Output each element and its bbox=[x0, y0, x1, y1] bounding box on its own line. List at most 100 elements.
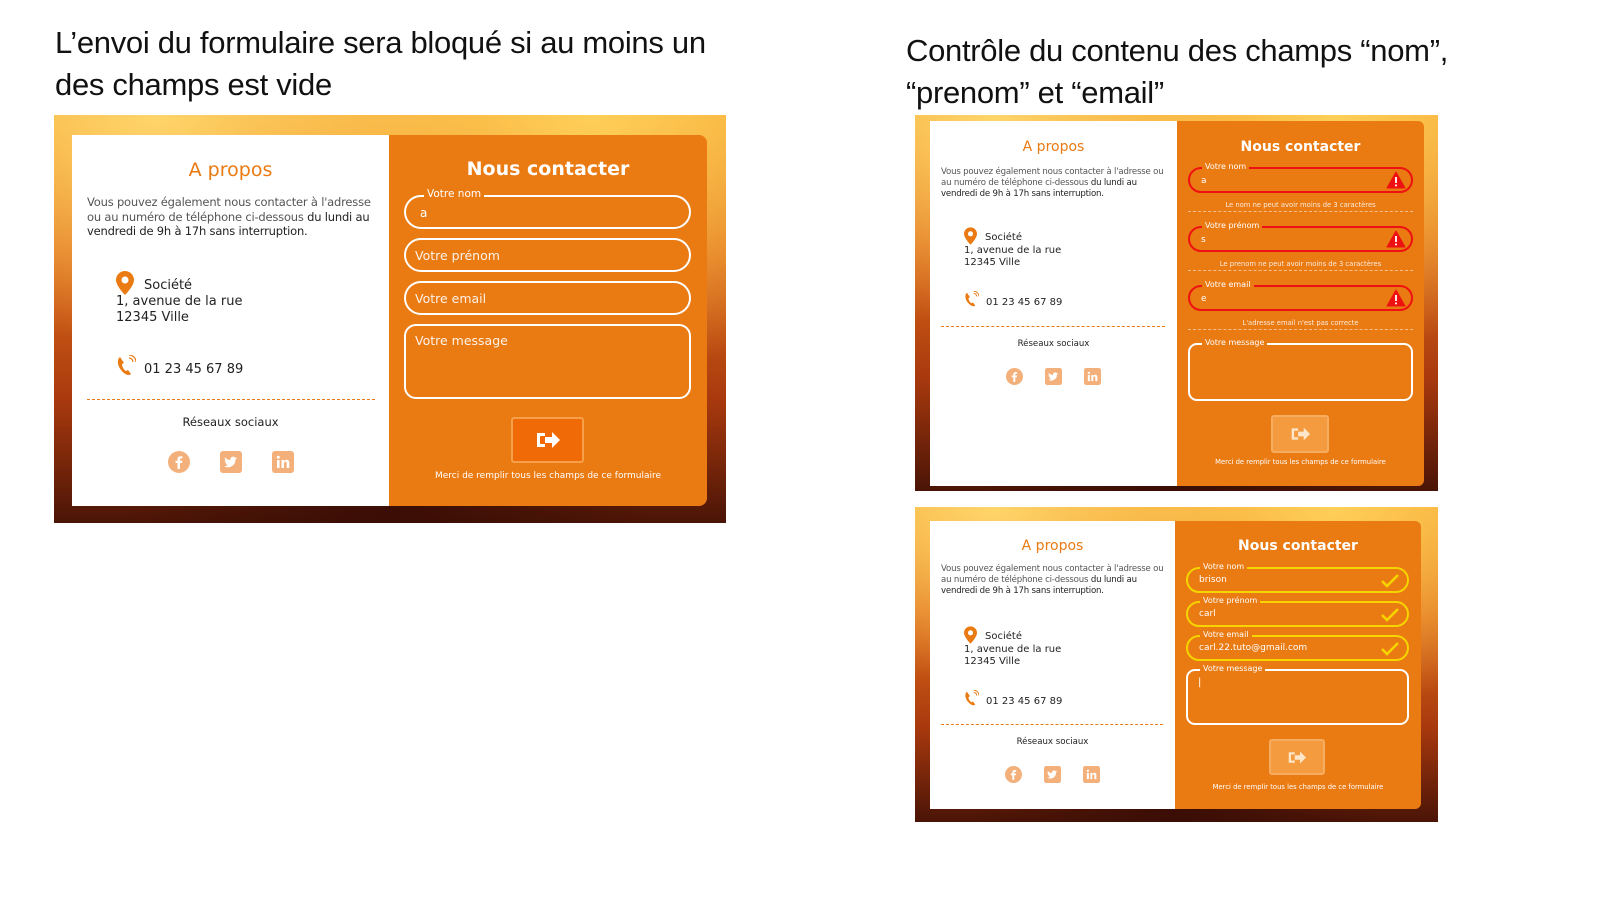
message-placeholder: Votre message bbox=[415, 333, 508, 348]
about-description: Vous pouvez également nous contacter à l… bbox=[930, 554, 1175, 597]
firstname-field[interactable]: Votre prénom carl bbox=[1186, 596, 1409, 627]
check-icon bbox=[1381, 574, 1399, 588]
firstname-value: carl bbox=[1199, 609, 1216, 619]
contact-title: Nous contacter bbox=[1238, 538, 1358, 554]
firstname-legend: Votre prénom bbox=[1202, 221, 1263, 230]
linkedin-icon[interactable] bbox=[271, 451, 294, 478]
email-legend: Votre email bbox=[1202, 280, 1254, 289]
email-placeholder: Votre email bbox=[415, 291, 487, 306]
email-error: L'adresse email n'est pas correcte bbox=[1188, 319, 1413, 330]
linkedin-icon[interactable] bbox=[1084, 368, 1101, 390]
phone-number: 01 23 45 67 89 bbox=[144, 362, 244, 377]
contact-panel: Nous contacter Votre nom brison Votre pr… bbox=[1175, 521, 1421, 809]
contact-title: Nous contacter bbox=[466, 158, 630, 180]
name-value: brison bbox=[1199, 575, 1227, 585]
email-legend: Votre email bbox=[1200, 630, 1252, 639]
address-block: Société 1, avenue de la rue 12345 Ville bbox=[964, 631, 1061, 669]
name-field[interactable]: Votre nom a bbox=[1188, 162, 1413, 193]
about-title: A propos bbox=[1021, 538, 1084, 554]
name-error: Le nom ne peut avoir moins de 3 caractèr… bbox=[1188, 201, 1413, 212]
contact-title: Nous contacter bbox=[1240, 139, 1361, 155]
name-value: a bbox=[1201, 176, 1207, 186]
social-icons bbox=[930, 368, 1177, 390]
name-field[interactable]: Votre nom a bbox=[404, 188, 691, 229]
about-divider bbox=[941, 326, 1165, 327]
right-heading: Contrôle du contenu des champs “nom”, “p… bbox=[906, 33, 1449, 110]
name-legend: Votre nom bbox=[1202, 162, 1250, 171]
warning-icon bbox=[1386, 230, 1406, 248]
email-value: carl.22.tuto@gmail.com bbox=[1199, 643, 1308, 653]
warning-icon bbox=[1386, 289, 1406, 307]
address-street: 1, avenue de la rue bbox=[964, 244, 1062, 256]
firstname-placeholder: Votre prénom bbox=[415, 248, 500, 263]
firstname-legend: Votre prénom bbox=[1200, 596, 1261, 605]
about-description: Vous pouvez également nous contacter à l… bbox=[930, 155, 1177, 200]
sign-out-icon bbox=[536, 432, 560, 448]
phone-icon bbox=[964, 689, 980, 712]
company-name: Société bbox=[144, 278, 193, 293]
screenshot-validation-errors: A propos Vous pouvez également nous cont… bbox=[915, 115, 1438, 491]
message-field[interactable]: Votre message bbox=[404, 324, 691, 399]
phone-icon bbox=[116, 354, 137, 382]
address-city: 12345 Ville bbox=[116, 310, 189, 325]
contact-panel: Nous contacter Votre nom a Le nom ne peu… bbox=[1177, 121, 1424, 486]
email-field[interactable]: Votre email carl.22.tuto@gmail.com bbox=[1186, 630, 1409, 661]
check-icon bbox=[1381, 608, 1399, 622]
about-panel: A propos Vous pouvez également nous cont… bbox=[930, 121, 1177, 486]
email-value: e bbox=[1201, 294, 1207, 304]
submit-button[interactable] bbox=[1269, 739, 1325, 775]
social-icons bbox=[930, 766, 1175, 788]
firstname-error: Le prenom ne peut avoir moins de 3 carac… bbox=[1188, 260, 1413, 271]
left-heading: L’envoi du formulaire sera bloqué si au … bbox=[55, 25, 706, 102]
about-divider bbox=[941, 724, 1163, 725]
about-title: A propos bbox=[188, 159, 273, 181]
form-note: Merci de remplir tous les champs de ce f… bbox=[1215, 458, 1386, 466]
submit-button[interactable] bbox=[1271, 415, 1329, 453]
linkedin-icon[interactable] bbox=[1083, 766, 1100, 788]
phone-number: 01 23 45 67 89 bbox=[986, 297, 1063, 308]
address-street: 1, avenue de la rue bbox=[964, 643, 1062, 655]
email-field[interactable]: Votre email e bbox=[1188, 280, 1413, 311]
address-city: 12345 Ville bbox=[964, 257, 1021, 268]
message-field[interactable]: Votre message bbox=[1188, 338, 1413, 401]
social-title: Réseaux sociaux bbox=[1017, 339, 1090, 349]
screenshot-validation-ok: A propos Vous pouvez également nous cont… bbox=[915, 507, 1438, 822]
facebook-icon[interactable] bbox=[167, 451, 190, 478]
firstname-field[interactable]: Votre prénom bbox=[404, 238, 691, 272]
twitter-icon[interactable] bbox=[1044, 766, 1061, 788]
name-value: a bbox=[420, 206, 428, 220]
about-panel: A propos Vous pouvez également nous cont… bbox=[72, 135, 389, 506]
company-name: Société bbox=[985, 232, 1022, 243]
check-icon bbox=[1381, 642, 1399, 656]
about-divider bbox=[87, 399, 375, 400]
twitter-icon[interactable] bbox=[219, 451, 242, 478]
message-cursor: | bbox=[1198, 677, 1202, 688]
sign-out-icon bbox=[1291, 427, 1310, 441]
address-city: 12345 Ville bbox=[964, 656, 1021, 667]
about-description: Vous pouvez également nous contacter à l… bbox=[72, 181, 389, 239]
facebook-icon[interactable] bbox=[1006, 368, 1023, 390]
about-title: A propos bbox=[1022, 139, 1085, 155]
name-field[interactable]: Votre nom brison bbox=[1186, 562, 1409, 593]
name-legend: Votre nom bbox=[424, 188, 485, 200]
message-legend: Votre message bbox=[1202, 338, 1268, 347]
twitter-icon[interactable] bbox=[1045, 368, 1062, 390]
company-name: Société bbox=[985, 631, 1022, 642]
message-field[interactable]: Votre message | bbox=[1186, 664, 1409, 725]
address-block: Société 1, avenue de la rue 12345 Ville bbox=[964, 232, 1061, 270]
email-field[interactable]: Votre email bbox=[404, 281, 691, 315]
submit-button[interactable] bbox=[511, 417, 584, 463]
address-block: Société 1, avenue de la rue 12345 Ville bbox=[116, 278, 242, 326]
form-note: Merci de remplir tous les champs de ce f… bbox=[434, 471, 662, 481]
phone-icon bbox=[964, 290, 980, 313]
form-note: Merci de remplir tous les champs de ce f… bbox=[1212, 783, 1384, 791]
warning-icon bbox=[1386, 171, 1406, 189]
phone-number: 01 23 45 67 89 bbox=[986, 696, 1063, 707]
screenshot-empty-field: A propos Vous pouvez également nous cont… bbox=[54, 115, 726, 523]
firstname-field[interactable]: Votre prénom s bbox=[1188, 221, 1413, 252]
contact-panel: Nous contacter Votre nom a Votre prénom … bbox=[389, 135, 707, 506]
name-legend: Votre nom bbox=[1200, 562, 1248, 571]
social-title: Réseaux sociaux bbox=[182, 415, 279, 429]
social-icons bbox=[72, 451, 389, 478]
facebook-icon[interactable] bbox=[1005, 766, 1022, 788]
